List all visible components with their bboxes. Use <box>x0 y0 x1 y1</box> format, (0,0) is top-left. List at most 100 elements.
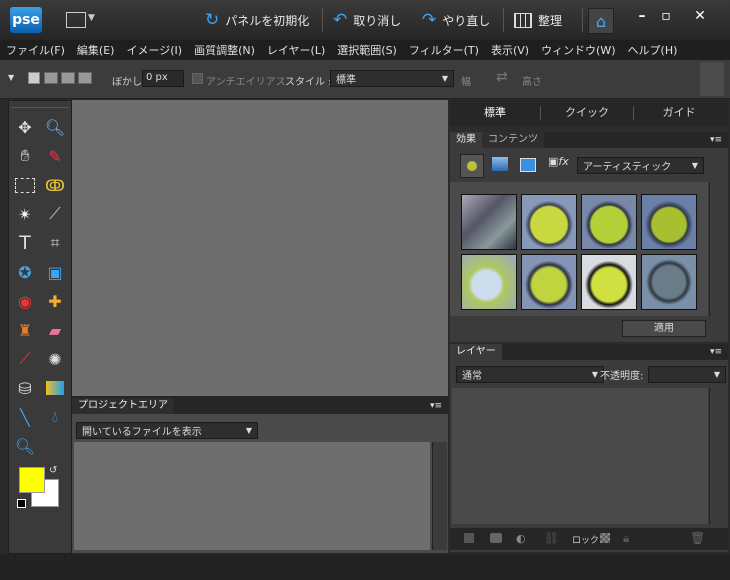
layers-tab[interactable]: レイヤー <box>450 344 502 360</box>
effect-thumbnail[interactable] <box>521 194 577 250</box>
effect-thumbnail[interactable] <box>581 254 637 310</box>
feather-input[interactable]: 0 px <box>142 70 184 87</box>
selection-mode-new-icon[interactable] <box>28 72 40 84</box>
menu-layer[interactable]: レイヤー(L) <box>261 42 331 58</box>
mode-full-tab[interactable]: 標準 <box>450 100 540 126</box>
menu-window[interactable]: ウィンドウ(W) <box>535 42 621 58</box>
project-area-tab[interactable]: プロジェクトエリア <box>72 398 174 414</box>
project-filter-dropdown[interactable]: 開いているファイルを表示 ▼ <box>76 422 258 439</box>
lock-transparency-icon[interactable] <box>600 533 610 543</box>
menu-select[interactable]: 選択範囲(S) <box>331 42 403 58</box>
effect-thumbnail[interactable] <box>641 254 697 310</box>
marquee-tool-icon[interactable] <box>12 172 38 198</box>
home-button[interactable]: ⌂ <box>588 8 614 34</box>
effect-thumbnail[interactable] <box>461 194 517 250</box>
brush-tool-icon[interactable]: ⟋ <box>12 346 38 372</box>
effect-thumbnail[interactable] <box>461 254 517 310</box>
content-tab[interactable]: コンテンツ <box>482 132 544 148</box>
layers-footer: ◐ ⛓ ロック: 🔒︎ 🗑︎ <box>450 528 728 550</box>
options-bar-scrollbar[interactable] <box>700 62 724 96</box>
blur-tool-icon[interactable]: 💧︎ <box>42 404 68 430</box>
layer-mask-icon[interactable] <box>490 533 502 543</box>
menu-filter[interactable]: フィルター(T) <box>403 42 485 58</box>
menu-image[interactable]: イメージ(I) <box>120 42 188 58</box>
eraser-tool-icon[interactable]: ▰ <box>42 317 68 343</box>
maximize-button[interactable]: ▫ <box>656 6 676 26</box>
clone-stamp-tool-icon[interactable]: ♜ <box>12 317 38 343</box>
close-button[interactable]: ✕ <box>690 6 710 26</box>
menu-enhance[interactable]: 画質調整(N) <box>188 42 261 58</box>
style-dropdown[interactable]: 標準 ▼ <box>330 70 454 87</box>
panel-menu-icon[interactable]: ▾≡ <box>710 344 728 360</box>
reset-panels-button[interactable]: ↻ パネルを初期化 <box>205 8 309 32</box>
magic-wand-tool-icon[interactable]: ✴ <box>12 201 38 227</box>
fx-icon[interactable]: ▣fx <box>548 155 569 168</box>
smart-brush-tool-icon[interactable]: ✺ <box>42 346 68 372</box>
healing-brush-tool-icon[interactable]: ✚ <box>42 288 68 314</box>
effect-thumbnail[interactable] <box>521 254 577 310</box>
selection-mode-subtract-icon[interactable] <box>61 72 75 84</box>
layers-list[interactable] <box>452 388 708 524</box>
straighten-tool-icon[interactable]: ▣ <box>42 259 68 285</box>
default-colors-icon[interactable] <box>17 499 26 508</box>
menu-file[interactable]: ファイル(F) <box>0 42 71 58</box>
effect-thumbnail[interactable] <box>581 194 637 250</box>
crop-tool-icon[interactable]: ⌗ <box>42 230 68 256</box>
project-bin-area[interactable] <box>74 442 430 550</box>
hand-tool-icon[interactable]: ✋︎ <box>12 143 38 169</box>
blend-mode-dropdown[interactable]: 通常 ▼ <box>456 366 604 383</box>
swap-icon[interactable]: ⇄ <box>496 69 508 85</box>
sponge-tool-icon[interactable]: 🔍︎ <box>12 433 38 459</box>
document-canvas[interactable] <box>72 100 448 396</box>
selection-mode-add-icon[interactable] <box>44 72 58 84</box>
layer-styles-icon[interactable] <box>492 157 508 171</box>
menu-view[interactable]: 表示(V) <box>485 42 535 58</box>
panel-menu-icon[interactable]: ▾≡ <box>430 398 448 414</box>
redo-button[interactable]: ↷ やり直し <box>422 8 490 32</box>
layers-scrollbar[interactable] <box>709 388 724 524</box>
swap-colors-icon[interactable]: ↺ <box>49 465 57 476</box>
apply-button[interactable]: 適用 <box>622 320 706 337</box>
organize-button[interactable]: 整理 <box>514 8 562 32</box>
trash-icon[interactable]: 🗑︎ <box>690 531 705 545</box>
effects-category-dropdown[interactable]: アーティスティック ▼ <box>577 157 704 174</box>
project-scrollbar[interactable] <box>432 442 447 550</box>
tool-preset-arrow-icon[interactable]: ▼ <box>8 73 14 82</box>
effects-tab[interactable]: 効果 <box>450 132 482 148</box>
paint-bucket-tool-icon[interactable]: ⛁ <box>12 375 38 401</box>
antialias-checkbox[interactable] <box>192 73 203 84</box>
red-eye-tool-icon[interactable]: ◉ <box>12 288 38 314</box>
menu-help[interactable]: ヘルプ(H) <box>622 42 684 58</box>
filters-icon[interactable] <box>460 154 484 178</box>
mode-guided-tab[interactable]: ガイド <box>634 100 724 126</box>
line-tool-icon[interactable]: ╲ <box>12 404 38 430</box>
undo-button[interactable]: ↶ 取り消し <box>333 8 401 32</box>
minimize-button[interactable]: – <box>632 6 652 26</box>
gradient-tool-icon[interactable] <box>42 375 68 401</box>
antialias-label: アンチエイリアス <box>206 77 286 88</box>
zoom-tool-icon[interactable]: 🔍︎ <box>42 114 68 140</box>
menu-edit[interactable]: 編集(E) <box>71 42 121 58</box>
foreground-color-swatch[interactable] <box>19 467 45 493</box>
adjustment-layer-icon[interactable]: ◐ <box>516 532 526 545</box>
type-tool-icon[interactable]: T <box>12 230 38 256</box>
selection-mode-intersect-icon[interactable] <box>78 72 92 84</box>
quick-selection-tool-icon[interactable]: ⟋ <box>42 201 68 227</box>
lock-icon[interactable]: 🔒︎ <box>623 531 629 546</box>
workspace-layout-icon[interactable] <box>66 12 86 28</box>
app-logo: pse <box>10 7 42 33</box>
panel-menu-icon[interactable]: ▾≡ <box>710 132 728 148</box>
lasso-tool-icon[interactable]: ↂ <box>42 172 68 198</box>
photo-effects-icon[interactable] <box>520 158 536 172</box>
toolbox-grip[interactable] <box>11 101 69 108</box>
effects-scrollbar[interactable] <box>709 182 724 316</box>
opacity-dropdown[interactable]: ▼ <box>648 366 726 383</box>
new-layer-icon[interactable] <box>464 533 474 543</box>
effect-thumbnail[interactable] <box>641 194 697 250</box>
mode-quick-tab[interactable]: クイック <box>541 100 633 126</box>
move-tool-icon[interactable]: ✥ <box>12 114 38 140</box>
link-icon[interactable]: ⛓ <box>544 531 559 545</box>
chevron-down-icon[interactable]: ▼ <box>88 13 95 23</box>
cookie-cutter-tool-icon[interactable]: ✪ <box>12 259 38 285</box>
eyedropper-tool-icon[interactable]: ✎ <box>42 143 68 169</box>
